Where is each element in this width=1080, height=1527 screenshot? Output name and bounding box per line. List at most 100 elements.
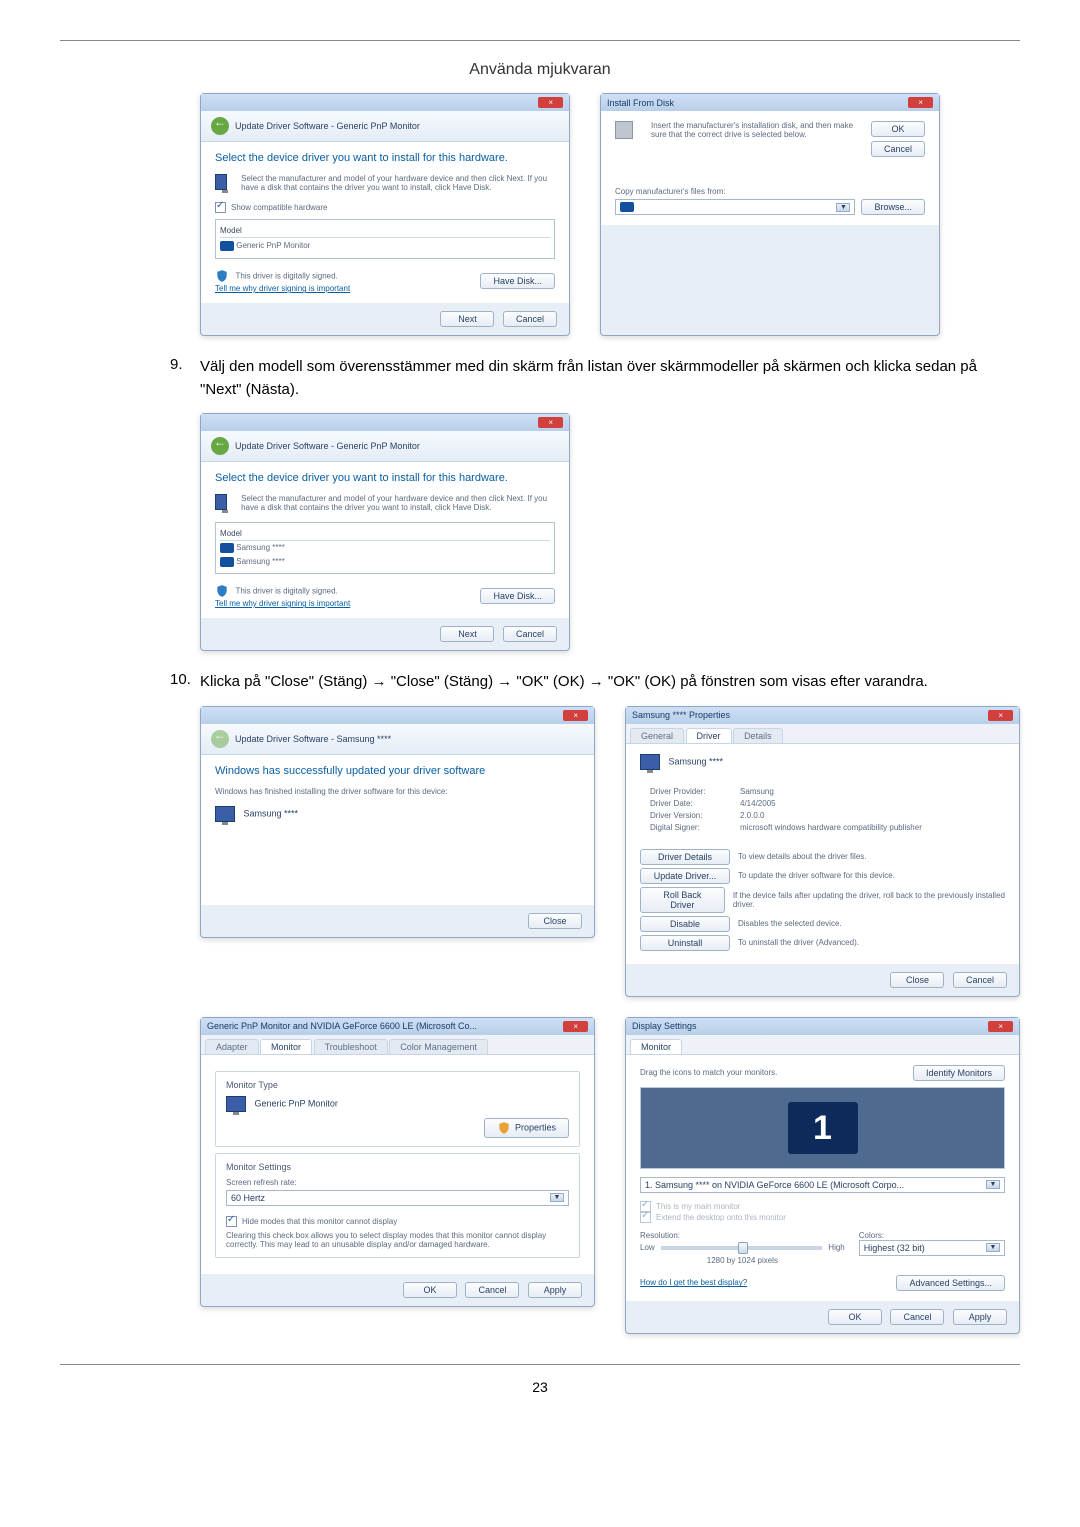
model-listbox[interactable]: Model Samsung **** Samsung **** <box>215 522 555 574</box>
back-icon <box>211 730 229 748</box>
samsung-icon <box>220 557 234 567</box>
device-icon <box>220 241 234 251</box>
refresh-rate-dropdown[interactable]: 60 Hertz ▼ <box>226 1190 569 1206</box>
apply-button[interactable]: Apply <box>953 1309 1007 1325</box>
device-name: Samsung **** <box>244 808 299 818</box>
resolution-label: Resolution: <box>640 1231 845 1240</box>
page-header: Använda mjukvaran <box>60 51 1020 93</box>
apply-button[interactable]: Apply <box>528 1282 582 1298</box>
slider-thumb[interactable] <box>738 1242 748 1254</box>
breadcrumb: Update Driver Software - Samsung **** <box>235 734 391 744</box>
cancel-button[interactable]: Cancel <box>953 972 1007 988</box>
chevron-down-icon[interactable]: ▼ <box>986 1243 1000 1252</box>
tab-monitor[interactable]: Monitor <box>630 1039 682 1054</box>
shield-icon <box>497 1121 511 1135</box>
dialog-heading: Select the device driver you want to ins… <box>215 472 555 484</box>
monitor-icon-1[interactable]: 1 <box>788 1102 858 1154</box>
colors-dropdown[interactable]: Highest (32 bit) ▼ <box>859 1240 1005 1256</box>
chevron-down-icon[interactable]: ▼ <box>550 1193 564 1202</box>
model-listbox[interactable]: Model Generic PnP Monitor <box>215 219 555 259</box>
browse-button[interactable]: Browse... <box>861 199 925 215</box>
dialog-heading: Select the device driver you want to ins… <box>215 152 555 164</box>
device-name: Samsung **** <box>669 756 724 766</box>
cancel-button[interactable]: Cancel <box>890 1309 944 1325</box>
cancel-button[interactable]: Cancel <box>871 141 925 157</box>
shield-icon <box>215 269 229 283</box>
rollback-driver-button[interactable]: Roll Back Driver <box>640 887 725 913</box>
signing-link[interactable]: Tell me why driver signing is important <box>215 284 350 293</box>
close-icon[interactable]: × <box>538 417 563 428</box>
res-high-label: High <box>828 1243 844 1252</box>
driver-provider: Samsung <box>740 787 774 796</box>
tab-color[interactable]: Color Management <box>389 1039 488 1054</box>
list-item: Generic PnP Monitor <box>236 241 310 250</box>
list-item: Samsung **** <box>236 543 284 552</box>
digital-signer: microsoft windows hardware compatibility… <box>740 823 922 832</box>
uninstall-button[interactable]: Uninstall <box>640 935 730 951</box>
ok-button[interactable]: OK <box>403 1282 457 1298</box>
shield-icon <box>215 584 229 598</box>
close-icon[interactable]: × <box>563 710 588 721</box>
tab-details[interactable]: Details <box>733 728 783 743</box>
colors-label: Colors: <box>859 1231 1005 1240</box>
driver-version: 2.0.0.0 <box>740 811 764 820</box>
hide-modes-checkbox[interactable]: Hide modes that this monitor cannot disp… <box>226 1216 569 1227</box>
next-button[interactable]: Next <box>440 311 494 327</box>
close-button[interactable]: Close <box>528 913 582 929</box>
path-dropdown[interactable]: ▼ <box>615 199 855 215</box>
update-driver-button[interactable]: Update Driver... <box>640 868 730 884</box>
signing-link[interactable]: Tell me why driver signing is important <box>215 599 350 608</box>
hide-modes-description: Clearing this check box allows you to se… <box>226 1231 569 1249</box>
chevron-down-icon[interactable]: ▼ <box>986 1180 1000 1189</box>
identify-monitors-button[interactable]: Identify Monitors <box>913 1065 1005 1081</box>
copy-from-label: Copy manufacturer's files from: <box>615 187 925 196</box>
monitor-arrangement[interactable]: 1 <box>640 1087 1005 1169</box>
close-icon[interactable]: × <box>988 1021 1013 1032</box>
tab-troubleshoot[interactable]: Troubleshoot <box>314 1039 388 1054</box>
advanced-settings-button[interactable]: Advanced Settings... <box>896 1275 1005 1291</box>
back-icon[interactable] <box>211 117 229 135</box>
driver-details-button[interactable]: Driver Details <box>640 849 730 865</box>
cancel-button[interactable]: Cancel <box>503 311 557 327</box>
close-icon[interactable]: × <box>538 97 563 108</box>
ok-button[interactable]: OK <box>871 121 925 137</box>
dialog-title: Display Settings <box>632 1021 697 1031</box>
best-display-link[interactable]: How do I get the best display? <box>640 1278 747 1287</box>
tab-driver[interactable]: Driver <box>686 728 732 743</box>
monitor-icon <box>215 174 227 190</box>
close-icon[interactable]: × <box>988 710 1013 721</box>
resolution-slider[interactable] <box>661 1246 823 1250</box>
have-disk-button[interactable]: Have Disk... <box>480 588 555 604</box>
samsung-icon <box>620 202 634 212</box>
close-icon[interactable]: × <box>563 1021 588 1032</box>
display-device-dropdown[interactable]: 1. Samsung **** on NVIDIA GeForce 6600 L… <box>640 1177 1005 1193</box>
tab-adapter[interactable]: Adapter <box>205 1039 259 1054</box>
step-text: Välj den modell som överensstämmer med d… <box>200 356 1020 401</box>
monitor-icon <box>640 754 660 770</box>
dialog-title: Install From Disk <box>607 98 674 108</box>
display-settings-dialog: Display Settings × Monitor Drag the icons… <box>625 1017 1020 1334</box>
disable-button[interactable]: Disable <box>640 916 730 932</box>
chevron-down-icon[interactable]: ▼ <box>836 203 850 212</box>
close-button[interactable]: Close <box>890 972 944 988</box>
close-icon[interactable]: × <box>908 97 933 108</box>
cancel-button[interactable]: Cancel <box>503 626 557 642</box>
select-model-dialog: × Update Driver Software - Generic PnP M… <box>200 413 570 651</box>
ok-button[interactable]: OK <box>828 1309 882 1325</box>
drag-instruction: Drag the icons to match your monitors. <box>640 1068 777 1077</box>
step-number: 9. <box>170 356 200 401</box>
driver-date: 4/14/2005 <box>740 799 776 808</box>
back-icon[interactable] <box>211 437 229 455</box>
monitor-type-legend: Monitor Type <box>226 1080 569 1090</box>
properties-button[interactable]: Properties <box>484 1118 569 1138</box>
tab-monitor[interactable]: Monitor <box>260 1039 312 1054</box>
next-button[interactable]: Next <box>440 626 494 642</box>
tab-general[interactable]: General <box>630 728 684 743</box>
show-compatible-checkbox[interactable]: Show compatible hardware <box>215 202 555 213</box>
have-disk-button[interactable]: Have Disk... <box>480 273 555 289</box>
resolution-value: 1280 by 1024 pixels <box>640 1256 845 1265</box>
dialog-subtext: Windows has finished installing the driv… <box>215 787 580 796</box>
update-success-dialog: × Update Driver Software - Samsung **** … <box>200 706 595 938</box>
samsung-icon <box>220 543 234 553</box>
cancel-button[interactable]: Cancel <box>465 1282 519 1298</box>
